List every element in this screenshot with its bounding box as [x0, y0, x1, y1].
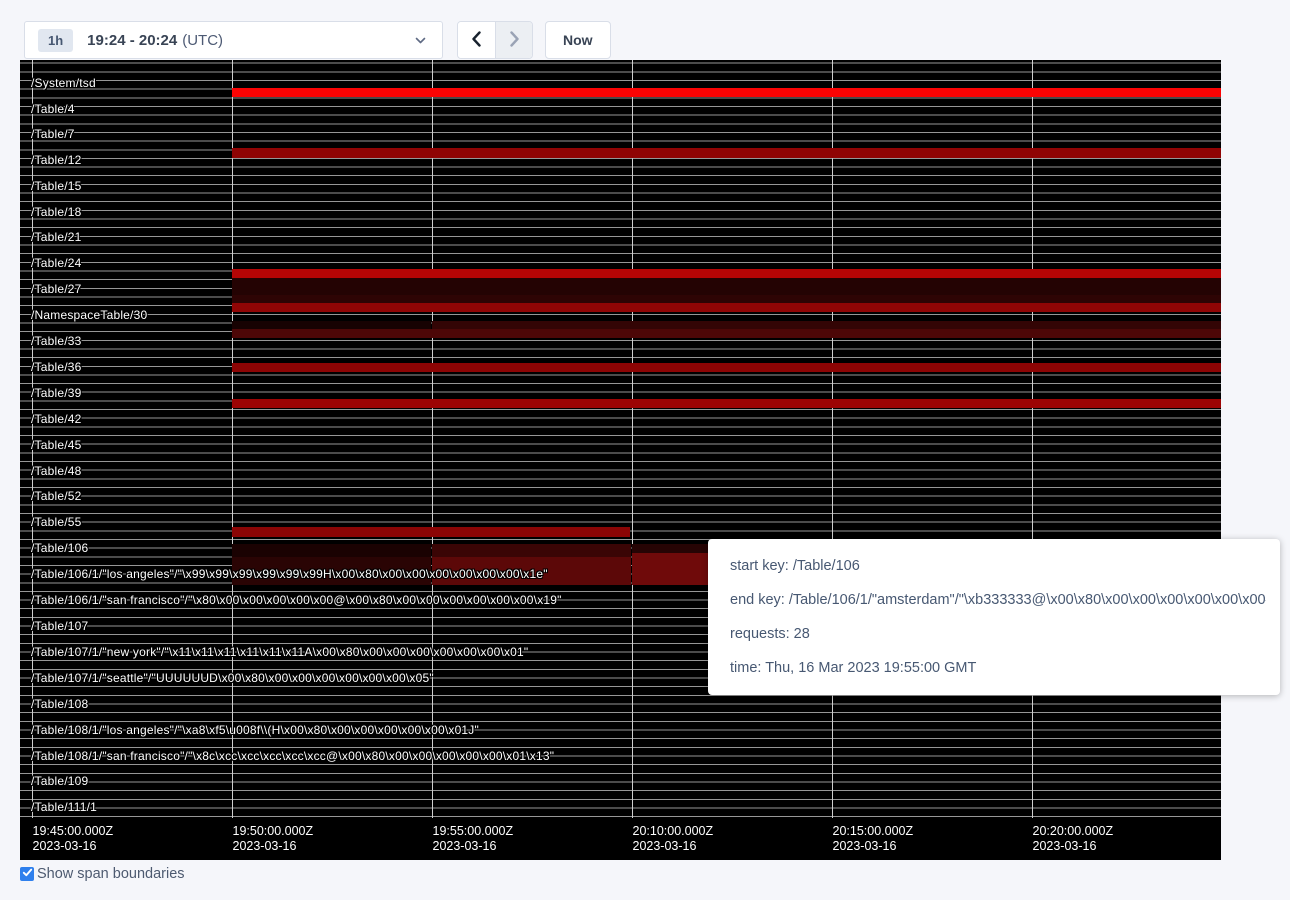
- time-nav-group: [457, 21, 533, 59]
- date-tick-label: 2023-03-16: [833, 839, 914, 854]
- heat-band: [432, 544, 631, 557]
- row-label: /Table/111/1: [31, 801, 97, 813]
- footer-row: Show span boundaries: [20, 866, 185, 882]
- heat-band: [432, 557, 631, 585]
- tick-line: [32, 60, 33, 818]
- time-tick-label: 20:10:00.000Z2023-03-16: [633, 824, 714, 854]
- tooltip-end-key: end key: /Table/106/1/"amsterdam"/"\xb33…: [730, 590, 1266, 610]
- show-span-boundaries-label: Show span boundaries: [37, 866, 185, 882]
- chevron-down-icon: [414, 34, 427, 52]
- row-label: /Table/42: [31, 413, 82, 425]
- time-tick-label: 20:20:00.000Z2023-03-16: [1033, 824, 1114, 854]
- row-label: /Table/21: [31, 231, 82, 243]
- tooltip-start-key: start key: /Table/106: [730, 556, 1266, 576]
- row-label: /Table/48: [31, 465, 82, 477]
- row-label: /Table/106/1/"san francisco"/"\x80\x00\x…: [31, 594, 562, 606]
- heat-band: [232, 329, 1221, 338]
- row-label: /Table/107: [31, 620, 88, 632]
- date-tick-label: 2023-03-16: [33, 839, 114, 854]
- row-label: /System/tsd: [31, 77, 96, 89]
- row-label: /Table/107/1/"new york"/"\x11\x11\x11\x1…: [31, 646, 528, 658]
- row-label: /NamespaceTable/30: [31, 309, 147, 321]
- heat-band: [232, 303, 1221, 312]
- row-label: /Table/4: [31, 103, 75, 115]
- span-boundary-grid: [20, 60, 1221, 819]
- date-tick-label: 2023-03-16: [433, 839, 514, 854]
- time-range-select[interactable]: 1h 19:24 - 20:24 (UTC): [24, 21, 443, 59]
- heat-band: [232, 321, 431, 329]
- time-tick-label: 19:50:00.000Z2023-03-16: [233, 824, 314, 854]
- heat-band: [232, 278, 1221, 295]
- heat-band: [232, 295, 1221, 303]
- row-label: /Table/45: [31, 439, 82, 451]
- show-span-boundaries-checkbox[interactable]: [20, 867, 34, 881]
- time-tick-label: 19:45:00.000Z2023-03-16: [33, 824, 114, 854]
- row-label: /Table/52: [31, 490, 82, 502]
- time-tick-label: 19:55:00.000Z2023-03-16: [433, 824, 514, 854]
- now-button[interactable]: Now: [545, 21, 611, 59]
- heat-band: [232, 148, 1221, 158]
- checkmark-icon: [22, 865, 33, 883]
- time-preset-badge: 1h: [38, 29, 73, 52]
- row-label: /Table/36: [31, 361, 82, 373]
- tooltip-requests: requests: 28: [730, 624, 1266, 644]
- row-label: /Table/18: [31, 206, 82, 218]
- row-label: /Table/39: [31, 387, 82, 399]
- row-label: /Table/24: [31, 257, 82, 269]
- row-label: /Table/108/1/"san francisco"/"\x8c\xcc\x…: [31, 750, 554, 762]
- tick-line: [632, 60, 633, 818]
- row-label: /Table/12: [31, 154, 82, 166]
- date-tick-label: 2023-03-16: [233, 839, 314, 854]
- row-label: /Table/109: [31, 775, 88, 787]
- heat-band: [232, 544, 431, 557]
- row-label: /Table/7: [31, 128, 75, 140]
- time-tick-label: 20:15:00.000Z2023-03-16: [833, 824, 914, 854]
- timezone-label: (UTC): [182, 32, 223, 49]
- tick-line: [832, 60, 833, 818]
- row-label: /Table/106: [31, 542, 88, 554]
- prev-time-button[interactable]: [458, 22, 495, 58]
- row-label: /Table/107/1/"seattle"/"UUUUUUD\x00\x80\…: [31, 672, 434, 684]
- heatmap-canvas[interactable]: /System/tsd/Table/4/Table/7/Table/12/Tab…: [20, 60, 1221, 860]
- time-range-label: 19:24 - 20:24: [87, 32, 177, 49]
- heat-band: [432, 321, 1221, 329]
- tick-line: [232, 60, 233, 818]
- row-label: /Table/108/1/"los angeles"/"\xa8\xf5\u00…: [31, 724, 479, 736]
- row-label: /Table/108: [31, 698, 88, 710]
- heat-band: [232, 527, 630, 537]
- chevron-left-icon: [471, 31, 482, 50]
- tick-line: [432, 60, 433, 818]
- tooltip-time: time: Thu, 16 Mar 2023 19:55:00 GMT: [730, 658, 1266, 678]
- heat-band: [232, 269, 1221, 278]
- heat-band: [232, 557, 431, 585]
- date-tick-label: 2023-03-16: [633, 839, 714, 854]
- row-label: /Table/15: [31, 180, 82, 192]
- row-label: /Table/106/1/"los angeles"/"\x99\x99\x99…: [31, 568, 548, 580]
- date-tick-label: 2023-03-16: [1033, 839, 1114, 854]
- row-label: /Table/55: [31, 516, 82, 528]
- row-label: /Table/27: [31, 283, 82, 295]
- next-time-button[interactable]: [495, 22, 532, 58]
- tick-line: [1032, 60, 1033, 818]
- chevron-right-icon: [509, 31, 520, 50]
- span-tooltip: start key: /Table/106 end key: /Table/10…: [708, 539, 1280, 695]
- row-label: /Table/33: [31, 335, 82, 347]
- heat-band: [232, 399, 1221, 408]
- heat-band: [232, 88, 1221, 97]
- heat-band: [232, 363, 1221, 372]
